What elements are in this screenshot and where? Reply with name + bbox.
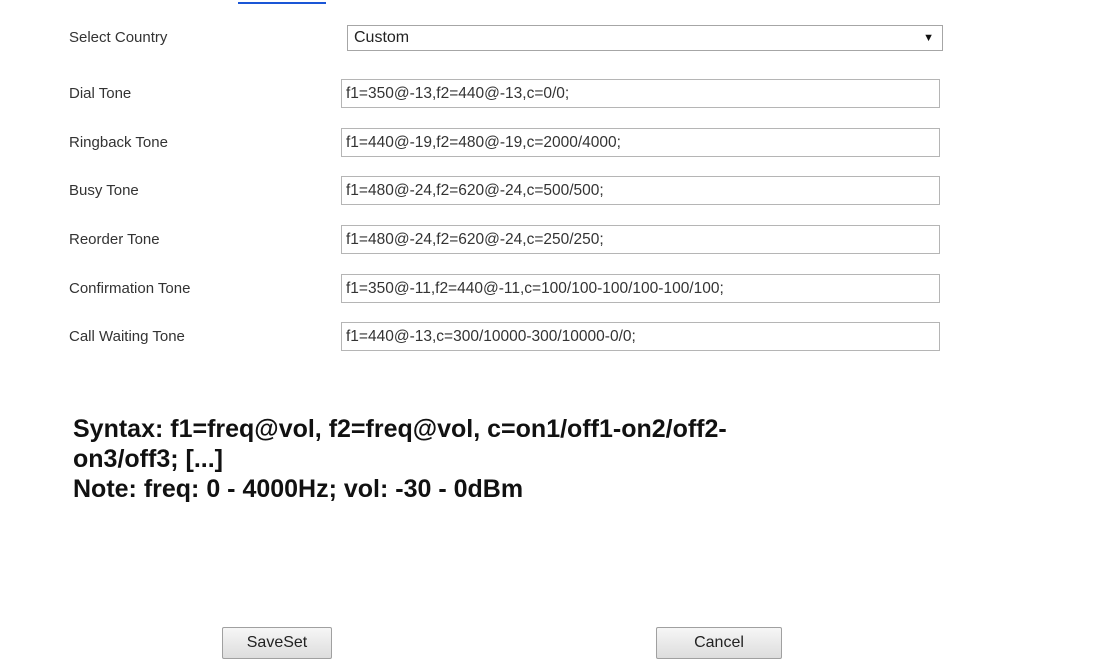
reorder-tone-input[interactable] <box>341 225 940 254</box>
syntax-line-2: on3/off3; [...] <box>73 445 223 473</box>
dial-tone-label: Dial Tone <box>69 85 132 102</box>
reorder-tone-label: Reorder Tone <box>69 231 160 248</box>
dial-tone-input[interactable] <box>341 79 940 108</box>
country-select[interactable]: Custom ▼ <box>347 25 943 51</box>
ringback-tone-input[interactable] <box>341 128 940 157</box>
confirmation-tone-label: Confirmation Tone <box>69 280 191 297</box>
select-country-label: Select Country <box>69 29 168 46</box>
confirmation-tone-input[interactable] <box>341 274 940 303</box>
top-link-underline[interactable] <box>238 2 326 4</box>
cancel-button[interactable]: Cancel <box>656 627 782 659</box>
busy-tone-input[interactable] <box>341 176 940 205</box>
ringback-tone-label: Ringback Tone <box>69 134 168 151</box>
syntax-note: Note: freq: 0 - 4000Hz; vol: -30 - 0dBm <box>73 475 524 503</box>
country-select-value: Custom <box>354 29 410 46</box>
call-waiting-tone-input[interactable] <box>341 322 940 351</box>
save-button[interactable]: SaveSet <box>222 627 332 659</box>
syntax-line-1: Syntax: f1=freq@vol, f2=freq@vol, c=on1/… <box>73 415 727 443</box>
busy-tone-label: Busy Tone <box>69 182 139 199</box>
chevron-down-icon: ▼ <box>923 32 934 44</box>
syntax-help: Syntax: f1=freq@vol, f2=freq@vol, c=on1/… <box>73 414 973 504</box>
call-waiting-tone-label: Call Waiting Tone <box>69 328 185 345</box>
